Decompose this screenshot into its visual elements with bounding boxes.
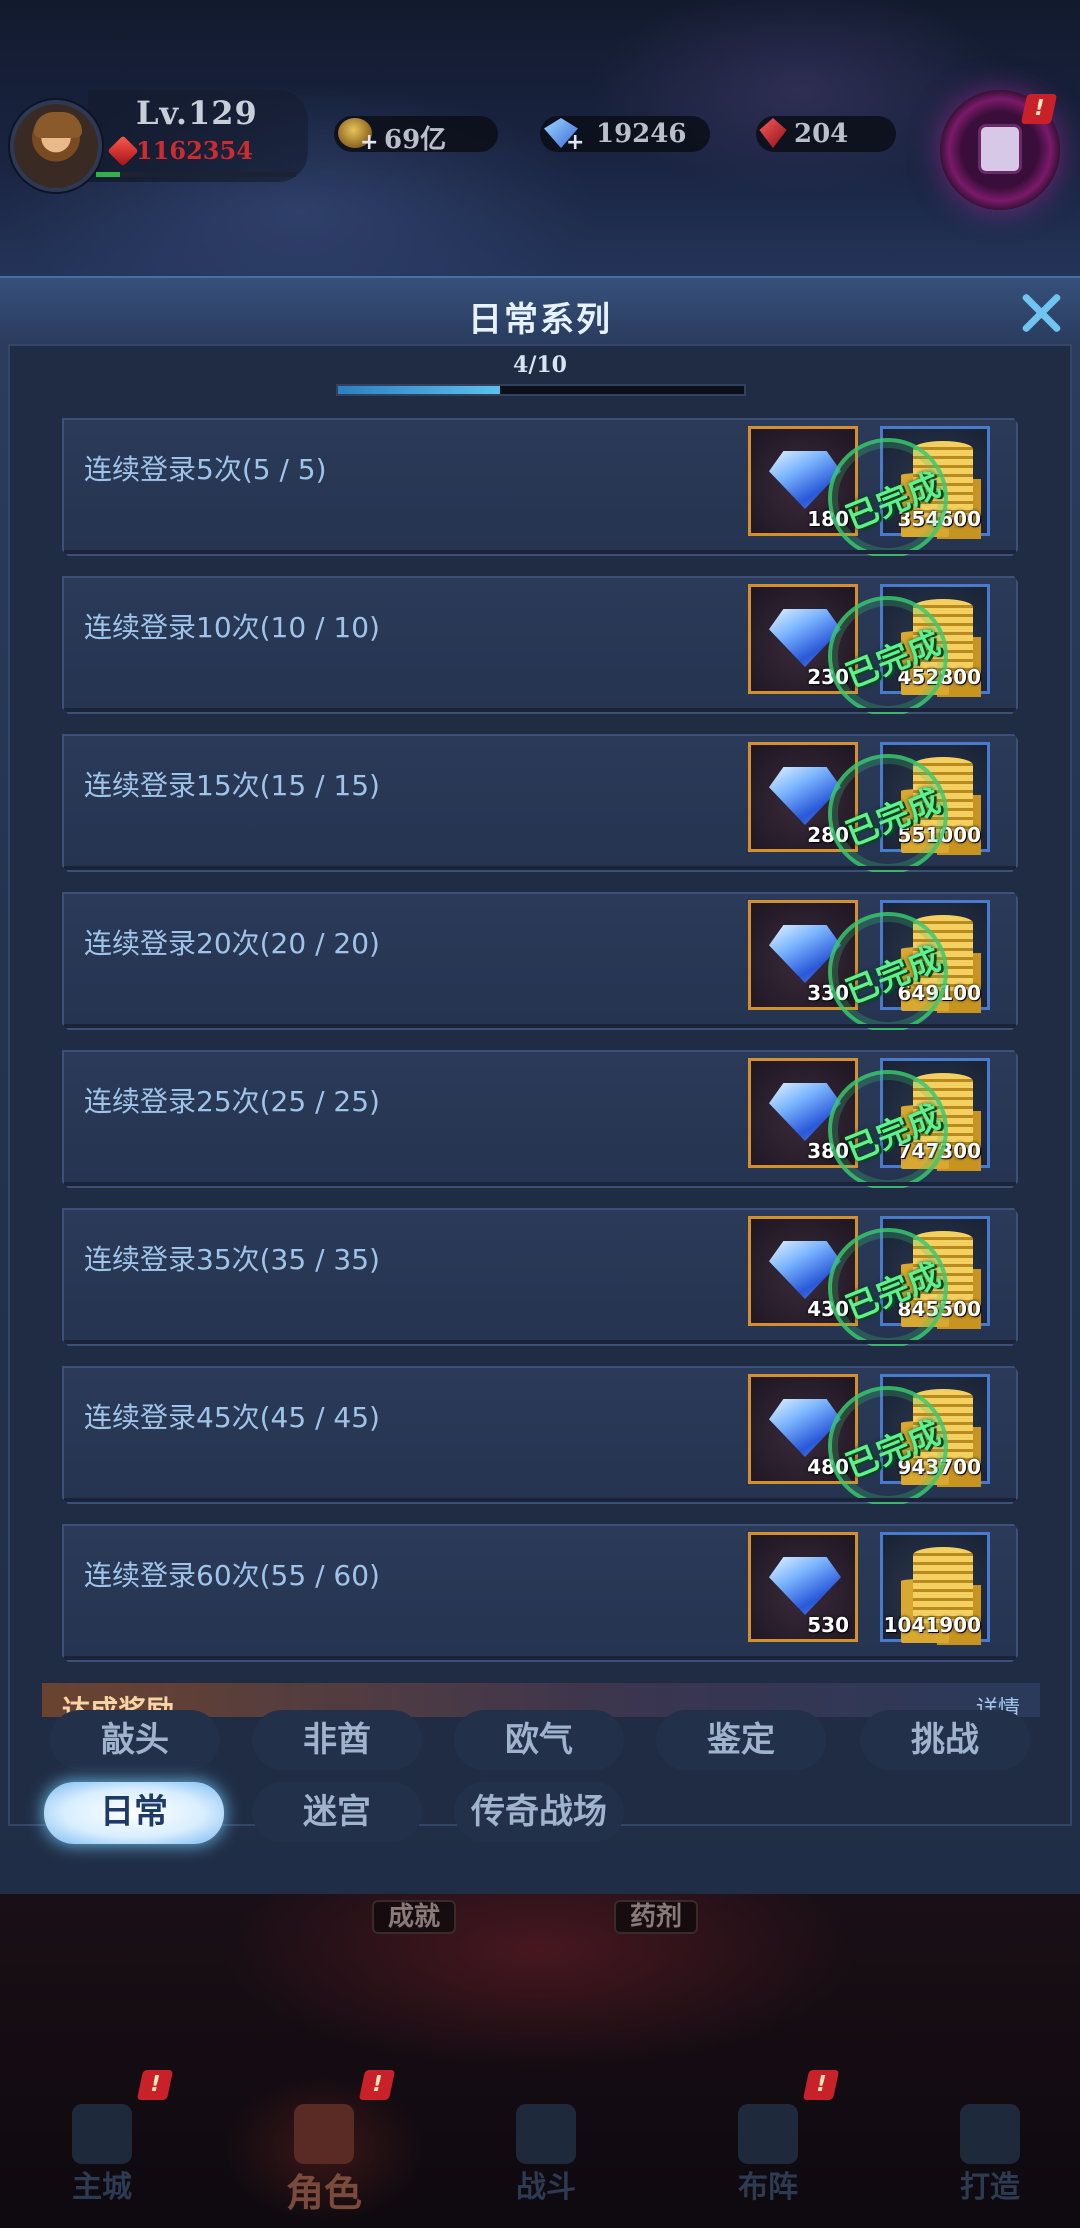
nav-alert-badge: !	[136, 2070, 174, 2100]
task-row[interactable]: 连续登录20次(20 / 20) 330 649100 已完成	[62, 892, 1018, 1030]
tab-category[interactable]: 鉴定	[656, 1710, 826, 1770]
nav-label: 主城	[72, 2170, 132, 2205]
crossed-swords-icon	[516, 2104, 576, 2164]
exp-bar	[96, 172, 296, 177]
exp-bar-fill	[96, 172, 120, 177]
progress-bar	[336, 384, 746, 396]
add-gold-icon[interactable]: +	[360, 130, 378, 155]
task-name: 连续登录45次(45 / 45)	[84, 1401, 380, 1434]
panel-title: 日常系列	[468, 300, 612, 340]
task-row[interactable]: 连续登录10次(10 / 10) 230 452800 已完成	[62, 576, 1018, 714]
progress-label: 4/10	[513, 352, 567, 378]
nav-item[interactable]: 战斗	[466, 2080, 626, 2228]
ruby-value: 204	[794, 119, 849, 149]
completed-stamp-text: 已完成	[840, 464, 947, 538]
bottom-navigation: 主城! 角色! 战斗 布阵! 打造	[0, 2070, 1080, 2228]
nav-item[interactable]: 布阵!	[688, 2070, 848, 2228]
completed-stamp-text: 已完成	[840, 780, 947, 854]
diamond-value: 19246	[596, 119, 687, 149]
tab-category[interactable]: 迷宫	[252, 1782, 422, 1842]
potion-label[interactable]: 药剂	[614, 1900, 699, 1934]
player-power: 1162354	[136, 136, 253, 165]
completed-stamp-text: 已完成	[840, 1096, 947, 1170]
tab-category[interactable]: 传奇战场	[454, 1782, 624, 1842]
nav-item[interactable]: 打造	[910, 2080, 1070, 2228]
gold-value: 69亿	[384, 125, 447, 155]
completed-stamp-text: 已完成	[840, 938, 947, 1012]
daily-series-panel: 日常系列 4/10 连续登录5次(5 / 5) 180 354600 已完成 连续登录1…	[0, 276, 1080, 1894]
nav-item[interactable]: 主城!	[22, 2070, 182, 2228]
nav-label: 打造	[960, 2170, 1020, 2205]
nav-label: 布阵	[738, 2170, 798, 2205]
tab-category[interactable]: 日常	[44, 1782, 224, 1844]
helmet-icon	[294, 2104, 354, 2164]
tab-category[interactable]: 欧气	[454, 1710, 624, 1770]
nav-label: 战斗	[516, 2170, 576, 2205]
currency-diamond[interactable]: + 19246	[540, 116, 710, 155]
tab-category[interactable]: 敲头	[50, 1710, 220, 1770]
top-hud: Lv.129 1162354 + 69亿 + 19246 204 !	[0, 80, 1080, 210]
currency-gold[interactable]: + 69亿	[334, 116, 498, 155]
task-row[interactable]: 连续登录25次(25 / 25) 380 747300 已完成	[62, 1050, 1018, 1188]
task-name: 连续登录25次(25 / 25)	[84, 1085, 380, 1118]
nav-item[interactable]: 角色!	[224, 2070, 424, 2228]
castle-icon	[72, 2104, 132, 2164]
completed-stamp-text: 已完成	[840, 1254, 947, 1328]
quest-alert-badge: !	[1020, 94, 1058, 124]
progress-bar-fill	[338, 386, 501, 394]
completed-stamp-text: 已完成	[840, 622, 947, 696]
anvil-icon	[960, 2104, 1020, 2164]
task-row[interactable]: 连续登录5次(5 / 5) 180 354600 已完成	[62, 418, 1018, 556]
nav-label: 角色	[285, 2170, 362, 2215]
task-name: 连续登录20次(20 / 20)	[84, 927, 380, 960]
scroll-icon	[978, 124, 1022, 174]
tab-category[interactable]: 非酋	[252, 1710, 422, 1770]
task-row[interactable]: 连续登录15次(15 / 15) 280 551000 已完成	[62, 734, 1018, 872]
currency-ruby[interactable]: 204	[756, 116, 896, 152]
category-tabs: 敲头 非酋 欧气 鉴定 挑战日常 迷宫 传奇战场	[0, 1440, 1080, 1844]
task-name: 连续登录5次(5 / 5)	[84, 453, 327, 486]
formation-icon	[738, 2104, 798, 2164]
task-name: 连续登录35次(35 / 35)	[84, 1243, 380, 1276]
tab-category[interactable]: 挑战	[860, 1710, 1030, 1770]
add-diamond-icon[interactable]: +	[566, 130, 584, 155]
ruby-icon	[759, 118, 787, 148]
nav-alert-badge: !	[802, 2070, 840, 2100]
task-name: 连续登录10次(10 / 10)	[84, 611, 380, 644]
player-level: Lv.129	[136, 94, 258, 132]
achievement-label[interactable]: 成就	[372, 1900, 457, 1934]
nav-alert-badge: !	[358, 2070, 396, 2100]
close-button[interactable]	[1018, 290, 1064, 336]
task-name: 连续登录15次(15 / 15)	[84, 769, 380, 802]
task-row[interactable]: 连续登录35次(35 / 35) 430 845500 已完成	[62, 1208, 1018, 1346]
avatar[interactable]	[10, 100, 102, 192]
